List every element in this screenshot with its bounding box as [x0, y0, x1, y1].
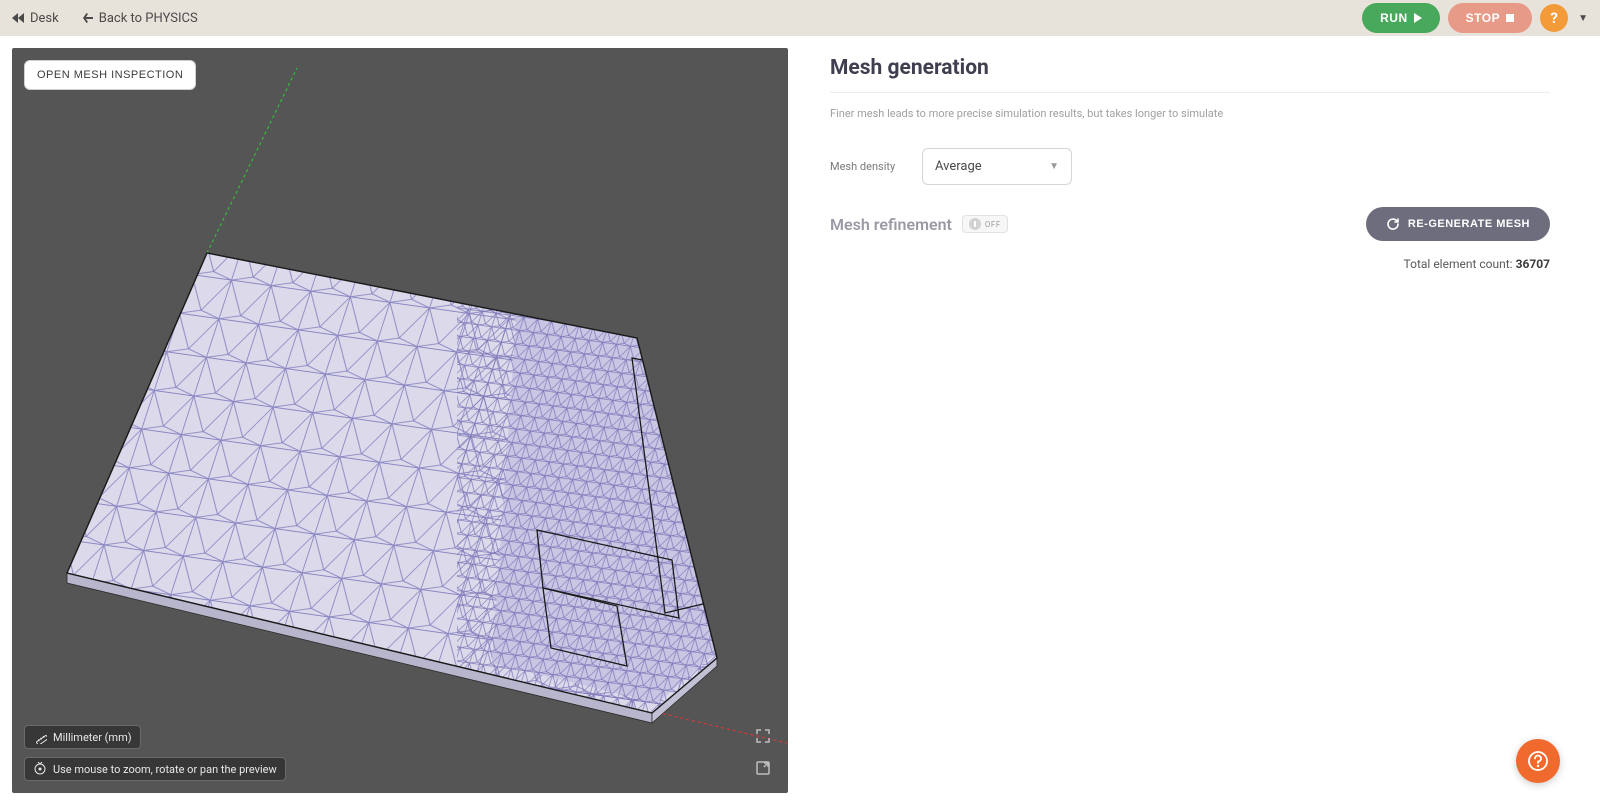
play-icon	[1414, 13, 1422, 23]
rewind-icon	[12, 13, 24, 23]
open-mesh-inspection-label: OPEN MESH INSPECTION	[37, 69, 183, 81]
element-count-value: 36707	[1516, 257, 1550, 271]
fullscreen-icon	[755, 760, 771, 776]
mesh-density-value: Average	[935, 159, 982, 174]
topbar-left: Desk Back to PHYSICS	[12, 11, 198, 26]
panel-title: Mesh generation	[830, 56, 1550, 93]
back-link-label: Back to PHYSICS	[99, 11, 198, 26]
topbar: Desk Back to PHYSICS RUN STOP ? ▼	[0, 0, 1600, 36]
help-glyph: ?	[1550, 9, 1557, 27]
help-icon	[1527, 750, 1549, 772]
mesh-viewport[interactable]: OPEN MESH INSPECTION	[12, 48, 788, 793]
toggle-knob-icon	[969, 218, 981, 230]
settings-panel: Mesh generation Finer mesh leads to more…	[800, 36, 1600, 805]
mesh-density-row: Mesh density Average ▼	[830, 148, 1550, 185]
expand-icon	[755, 728, 771, 744]
stop-button-label: STOP	[1466, 11, 1500, 25]
topbar-right: RUN STOP ? ▼	[1362, 3, 1588, 33]
panel-description: Finer mesh leads to more precise simulat…	[830, 107, 1550, 120]
units-selector[interactable]: Millimeter (mm)	[24, 725, 141, 749]
back-to-physics-link[interactable]: Back to PHYSICS	[83, 11, 198, 26]
expand-viewport-button[interactable]	[750, 723, 776, 749]
desk-link[interactable]: Desk	[12, 11, 59, 26]
mesh-refinement-toggle[interactable]: OFF	[962, 215, 1008, 233]
element-count-label: Total element count:	[1404, 257, 1516, 271]
back-arrow-icon	[83, 13, 93, 23]
desk-link-label: Desk	[30, 11, 59, 26]
mesh-refinement-left: Mesh refinement OFF	[830, 215, 1008, 234]
stop-button[interactable]: STOP	[1448, 3, 1532, 33]
regenerate-mesh-button[interactable]: RE-GENERATE MESH	[1366, 207, 1550, 241]
main: OPEN MESH INSPECTION	[0, 36, 1600, 805]
chevron-down-icon: ▼	[1049, 161, 1059, 172]
stop-icon	[1506, 14, 1514, 22]
viewport-wrap: OPEN MESH INSPECTION	[0, 36, 800, 805]
mesh-refinement-toggle-state: OFF	[985, 220, 1001, 229]
scene-3d	[12, 48, 788, 793]
help-dropdown-caret[interactable]: ▼	[1578, 13, 1588, 24]
ruler-icon	[33, 730, 47, 744]
cursor-icon	[33, 762, 47, 776]
viewport-hint-label: Use mouse to zoom, rotate or pan the pre…	[53, 763, 277, 776]
mesh-density-select[interactable]: Average ▼	[922, 148, 1072, 185]
open-mesh-inspection-button[interactable]: OPEN MESH INSPECTION	[24, 60, 196, 90]
help-button[interactable]: ?	[1540, 4, 1568, 32]
element-count-row: Total element count: 36707	[830, 257, 1550, 271]
viewport-hint: Use mouse to zoom, rotate or pan the pre…	[24, 757, 286, 781]
units-label: Millimeter (mm)	[53, 731, 132, 744]
mesh-render	[12, 48, 788, 793]
mesh-refinement-label: Mesh refinement	[830, 215, 952, 234]
fullscreen-button[interactable]	[750, 755, 776, 781]
mesh-refinement-row: Mesh refinement OFF RE-GENERATE MESH	[830, 207, 1550, 241]
run-button[interactable]: RUN	[1362, 3, 1440, 33]
floating-help-button[interactable]	[1516, 739, 1560, 783]
refresh-icon	[1386, 217, 1400, 231]
run-button-label: RUN	[1380, 11, 1408, 25]
regenerate-mesh-label: RE-GENERATE MESH	[1408, 218, 1530, 230]
mesh-density-label: Mesh density	[830, 160, 908, 173]
